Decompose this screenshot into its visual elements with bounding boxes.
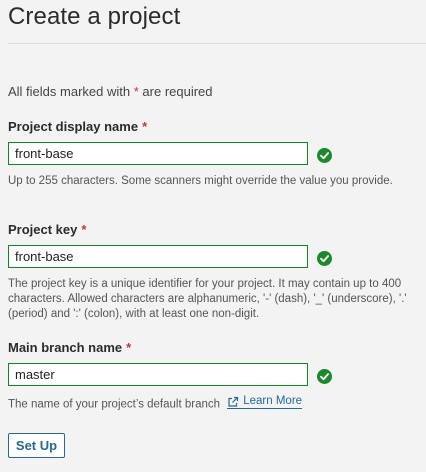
- main-branch-name-label: Main branch name *: [8, 340, 131, 356]
- project-display-name-input[interactable]: [8, 142, 308, 165]
- create-project-page: Create a project All fields marked with …: [0, 0, 426, 472]
- project-display-name-label: Project display name *: [8, 119, 147, 135]
- external-link-icon: [228, 396, 239, 407]
- required-note-prefix: All fields marked with: [8, 84, 131, 99]
- required-asterisk: *: [133, 84, 139, 99]
- title-divider: [8, 43, 426, 44]
- required-asterisk: *: [142, 119, 148, 134]
- required-fields-note: All fields marked with * are required: [8, 84, 213, 100]
- check-circle-icon: [317, 148, 332, 163]
- project-key-input[interactable]: [8, 245, 308, 268]
- check-circle-icon: [317, 369, 332, 384]
- required-note-suffix: are required: [142, 84, 213, 99]
- learn-more-label: Learn More: [243, 395, 303, 407]
- required-asterisk: *: [126, 340, 132, 355]
- check-circle-icon: [317, 251, 332, 266]
- main-branch-name-label-text: Main branch name: [8, 340, 123, 355]
- main-branch-help-text: The name of your project’s default branc…: [8, 398, 221, 411]
- project-key-help: The project key is a unique identifier f…: [8, 278, 407, 320]
- main-branch-name-input[interactable]: [8, 363, 308, 386]
- project-display-name-help: Up to 255 characters. Some scanners migh…: [8, 175, 393, 187]
- required-asterisk: *: [81, 222, 87, 237]
- main-branch-name-help: The name of your project’s default branc…: [8, 395, 413, 413]
- learn-more-link[interactable]: Learn More: [227, 395, 303, 409]
- project-key-label: Project key *: [8, 222, 86, 238]
- project-display-name-label-text: Project display name: [8, 119, 139, 134]
- page-title: Create a project: [8, 3, 181, 30]
- project-key-label-text: Project key: [8, 222, 78, 237]
- set-up-button[interactable]: Set Up: [8, 433, 65, 458]
